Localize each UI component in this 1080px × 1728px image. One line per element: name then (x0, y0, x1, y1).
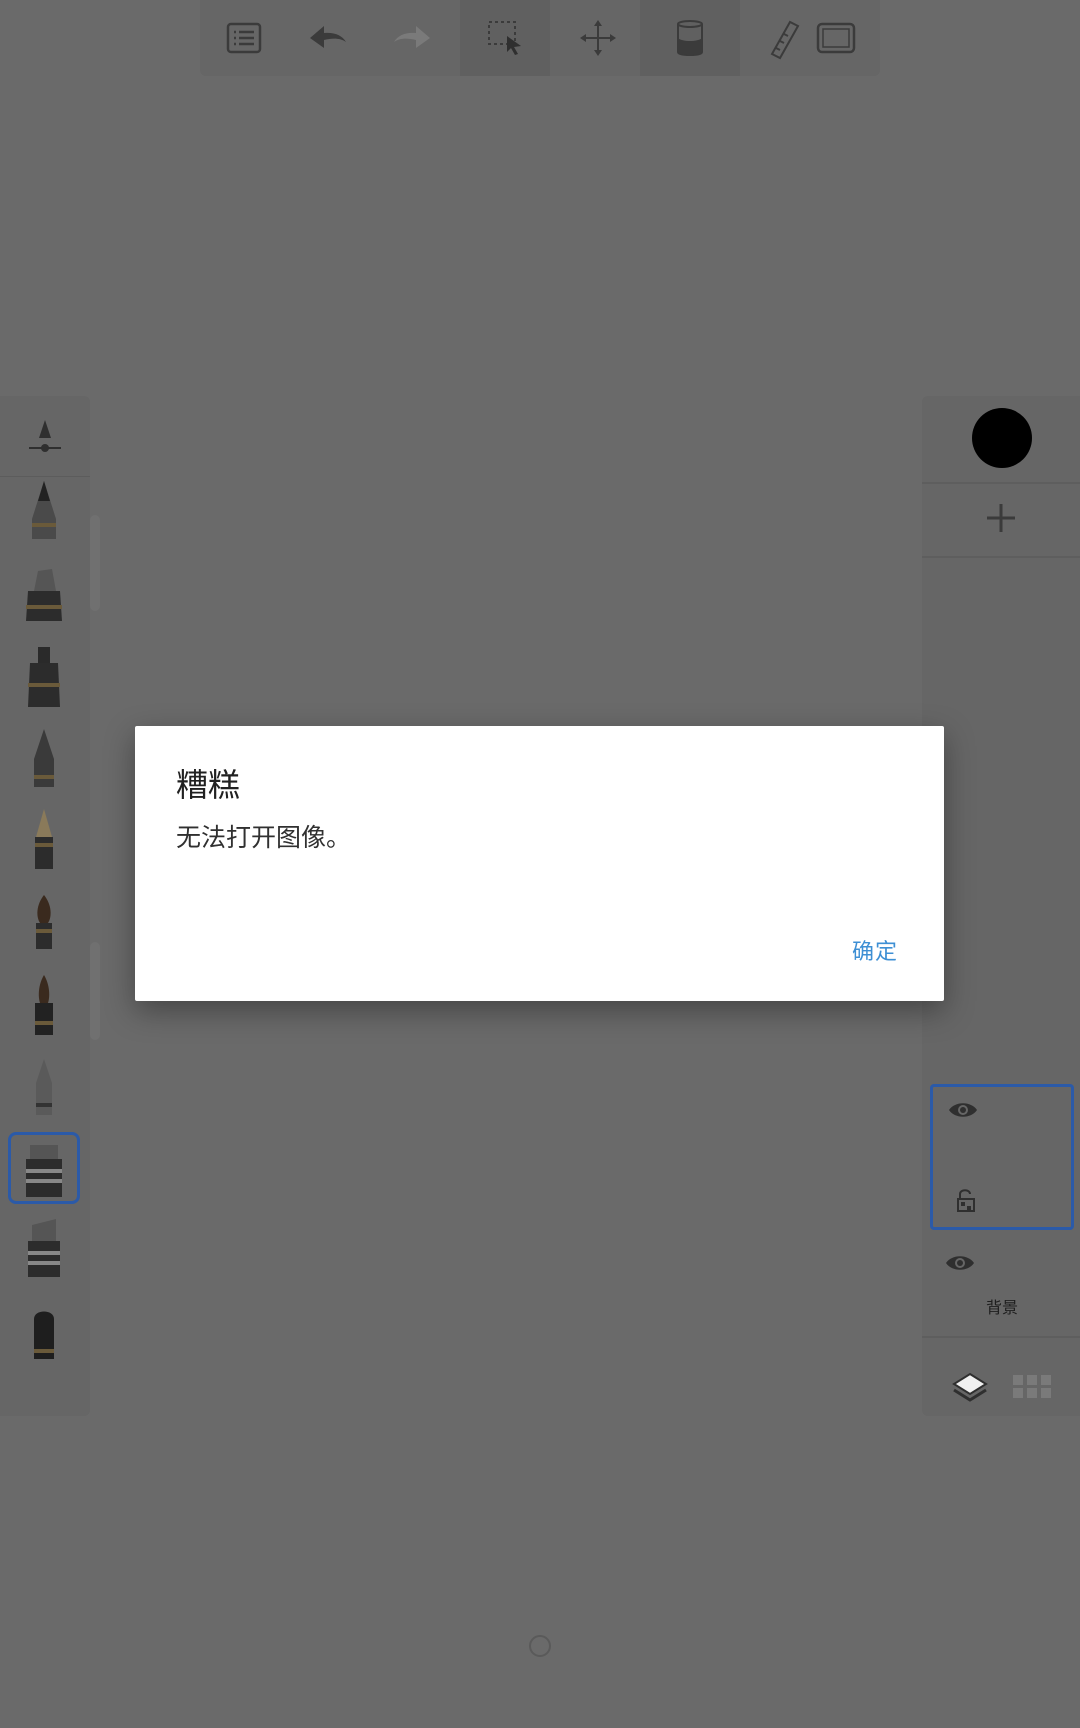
layer-item-background[interactable]: 背景 (930, 1236, 1074, 1336)
layers-icon[interactable] (952, 1372, 988, 1404)
move-icon (580, 20, 616, 56)
brush-scrollbar-bottom[interactable] (90, 942, 100, 1040)
grid-icon[interactable] (1012, 1374, 1052, 1400)
undo-icon (310, 26, 346, 48)
paint-bucket-icon (677, 20, 703, 56)
brush-ink-pen[interactable] (8, 560, 80, 632)
fullscreen-icon (816, 22, 856, 54)
brush-chisel-marker[interactable] (8, 1132, 80, 1204)
ink-brush-icon (35, 975, 53, 1035)
brush-marker[interactable] (8, 642, 80, 714)
brush-blender[interactable] (8, 1296, 80, 1368)
eye-icon[interactable] (944, 1252, 976, 1274)
list-button[interactable] (216, 12, 272, 64)
brush-panel (0, 396, 90, 1416)
error-dialog: 糟糕 无法打开图像。 确定 (135, 726, 944, 1001)
layer-panel-footer (922, 1356, 1080, 1416)
paint-brush-icon (36, 895, 52, 949)
undo-button[interactable] (300, 12, 356, 64)
redo-icon (394, 26, 430, 48)
move-button[interactable] (570, 12, 626, 64)
fullscreen-button[interactable] (808, 12, 864, 64)
lock-icon[interactable] (955, 1187, 977, 1213)
brush-fountain-pen[interactable] (8, 806, 80, 878)
top-toolbar (200, 0, 880, 76)
blender-icon (34, 1311, 54, 1359)
list-icon (226, 22, 262, 54)
eye-icon[interactable] (947, 1099, 979, 1121)
layer-label: 背景 (985, 1298, 1018, 1317)
brush-ink-brush[interactable] (8, 970, 80, 1042)
layer-item-selected[interactable] (930, 1084, 1074, 1230)
soft-eraser-icon (36, 1059, 52, 1115)
plus-icon (987, 504, 1015, 532)
panel-divider (922, 556, 1080, 558)
brush-settings-button[interactable] (0, 396, 90, 477)
marker-icon (28, 647, 60, 707)
chisel-marker-icon (26, 1145, 62, 1197)
pencil-icon (32, 481, 56, 539)
brush-soft-eraser[interactable] (8, 1052, 80, 1124)
brush-scrollbar-top[interactable] (90, 515, 100, 611)
brush-settings-icon (29, 420, 61, 452)
ruler-icon (770, 20, 800, 60)
app-canvas[interactable]: 背景 糟糕 无法打开图像。 确定 (0, 0, 1080, 1728)
ok-button[interactable]: 确定 (852, 934, 898, 966)
ink-pen-icon (26, 569, 62, 621)
wide-marker-icon (28, 1219, 60, 1277)
dialog-message: 无法打开图像。 (176, 823, 352, 852)
color-puck[interactable] (972, 408, 1032, 468)
redo-button[interactable] (384, 12, 440, 64)
panel-divider (922, 1336, 1080, 1338)
brush-pencil[interactable] (8, 478, 80, 550)
brush-wide-marker[interactable] (8, 1214, 80, 1286)
brush-airbrush[interactable] (8, 724, 80, 796)
panel-divider (922, 482, 1080, 484)
selection-icon (488, 21, 521, 55)
paint-bucket-button[interactable] (640, 0, 740, 76)
ruler-button[interactable] (756, 12, 812, 64)
add-layer-button[interactable] (966, 488, 1036, 548)
dialog-title: 糟糕 (176, 766, 241, 804)
airbrush-icon (34, 729, 54, 787)
home-indicator (529, 1635, 551, 1657)
brush-paint-brush[interactable] (8, 888, 80, 960)
fountain-pen-icon (35, 809, 53, 869)
selection-button[interactable] (460, 0, 550, 76)
layer-panel: 背景 (922, 396, 1080, 1416)
